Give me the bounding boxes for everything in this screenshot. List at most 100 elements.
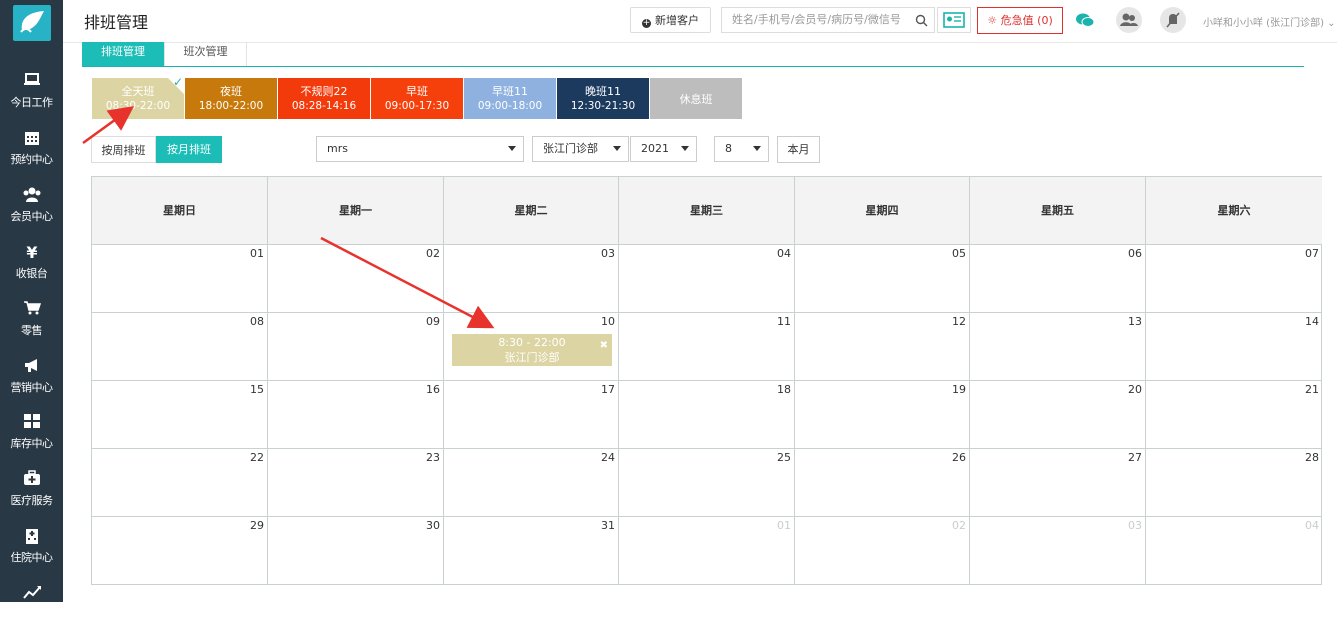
critical-value-count: (0) xyxy=(1037,14,1053,27)
day-cell[interactable]: 27 xyxy=(970,449,1146,517)
search-icon[interactable] xyxy=(915,14,928,27)
day-number: 01 xyxy=(777,519,791,532)
staff-select[interactable]: mrs xyxy=(316,136,524,162)
close-icon[interactable]: ✖ xyxy=(600,340,608,351)
day-cell[interactable]: 15 xyxy=(92,381,268,449)
month-select[interactable]: 8 xyxy=(714,136,769,162)
id-card-button[interactable] xyxy=(937,7,971,33)
mute-notification-icon[interactable] xyxy=(1160,7,1186,33)
day-cell[interactable]: 11 xyxy=(619,313,795,381)
day-cell[interactable]: 07 xyxy=(1146,245,1322,313)
day-number: 02 xyxy=(952,519,966,532)
day-cell[interactable]: 06 xyxy=(970,245,1146,313)
medkit-icon xyxy=(0,470,63,490)
shift-option[interactable]: 夜班 18:00-22:00 xyxy=(185,78,277,119)
day-cell[interactable]: 03 xyxy=(970,517,1146,585)
day-cell[interactable]: 03 xyxy=(444,245,619,313)
day-cell[interactable]: 18 xyxy=(619,381,795,449)
sidebar-item[interactable]: 营销中心 xyxy=(0,353,63,410)
new-customer-button[interactable]: + 新增客户 xyxy=(630,7,711,33)
page-title: 排班管理 xyxy=(84,13,149,32)
day-cell[interactable]: 20 xyxy=(970,381,1146,449)
sidebar-item[interactable]: 零售 xyxy=(0,296,63,353)
shift-name: 早班 xyxy=(406,85,428,98)
sidebar: 今日工作 预约中心 会员中心 ¥ 收银台 零售 营销中心 库存中心 医疗服务住院中心 xyxy=(0,0,63,602)
day-cell[interactable]: 23 xyxy=(268,449,444,517)
sidebar-item[interactable]: ¥ 收银台 xyxy=(0,239,63,296)
schedule-event[interactable]: 8:30 - 22:00 张江门诊部 ✖ xyxy=(452,334,612,366)
shift-option[interactable]: 全天班 08:30-22:00 ✓ xyxy=(92,75,184,119)
day-cell[interactable]: 02 xyxy=(268,245,444,313)
shift-name: 早班11 xyxy=(492,85,528,98)
day-cell[interactable]: 25 xyxy=(619,449,795,517)
clinic-select[interactable]: 张江门诊部 xyxy=(532,136,629,162)
shift-option[interactable]: 早班11 09:00-18:00 xyxy=(464,78,556,119)
day-cell[interactable]: 01 xyxy=(92,245,268,313)
shift-option[interactable]: 休息班 xyxy=(650,78,742,119)
day-cell[interactable]: 02 xyxy=(795,517,970,585)
day-cell[interactable]: 01 xyxy=(619,517,795,585)
day-cell[interactable]: 08 xyxy=(92,313,268,381)
sidebar-item[interactable]: 住院中心 xyxy=(0,523,63,580)
day-number: 04 xyxy=(1305,519,1319,532)
day-cell[interactable]: 29 xyxy=(92,517,268,585)
weekday-header: 星期五 xyxy=(970,177,1146,245)
new-customer-label: 新增客户 xyxy=(655,14,699,27)
group-icon[interactable] xyxy=(1116,7,1142,33)
this-month-button[interactable]: 本月 xyxy=(777,136,820,163)
day-cell[interactable]: 14 xyxy=(1146,313,1322,381)
day-cell[interactable]: 09 xyxy=(268,313,444,381)
weekday-header: 星期四 xyxy=(795,177,970,245)
shift-option[interactable]: 早班 09:00-17:30 xyxy=(371,78,463,119)
day-cell[interactable]: 30 xyxy=(268,517,444,585)
dropdown-arrow-icon xyxy=(508,146,516,151)
day-number: 29 xyxy=(250,519,264,532)
sidebar-item[interactable]: 库存中心 xyxy=(0,409,63,466)
sidebar-item[interactable]: 医疗服务 xyxy=(0,466,63,523)
id-card-icon xyxy=(943,12,965,28)
tab-schedule-management[interactable]: 排班管理 xyxy=(82,42,164,66)
day-number: 12 xyxy=(952,315,966,328)
day-number: 22 xyxy=(250,451,264,464)
day-cell[interactable]: 16 xyxy=(268,381,444,449)
sidebar-item[interactable]: 今日工作 xyxy=(0,68,63,125)
month-mode-button[interactable]: 按月排班 xyxy=(156,136,222,163)
critical-value-button[interactable]: ☼ 危急值 (0) xyxy=(977,7,1063,34)
tab-shift-management[interactable]: 班次管理 xyxy=(164,42,247,66)
shift-option[interactable]: 不规则22 08:28-14:16 xyxy=(278,78,370,119)
day-number: 14 xyxy=(1305,315,1319,328)
sidebar-item[interactable]: 会员中心 xyxy=(0,182,63,239)
event-location: 张江门诊部 xyxy=(504,351,560,364)
year-select[interactable]: 2021 xyxy=(630,136,697,162)
shift-time: 09:00-18:00 xyxy=(477,100,543,112)
sidebar-item-label: 住院中心 xyxy=(10,551,54,564)
logo[interactable] xyxy=(13,5,51,41)
day-number: 05 xyxy=(952,247,966,260)
day-cell[interactable]: 04 xyxy=(619,245,795,313)
day-cell[interactable]: 24 xyxy=(444,449,619,517)
day-cell[interactable]: 04 xyxy=(1146,517,1322,585)
dropdown-arrow-icon xyxy=(753,146,761,151)
day-cell[interactable]: 31 xyxy=(444,517,619,585)
day-cell[interactable]: 28 xyxy=(1146,449,1322,517)
day-cell[interactable]: 26 xyxy=(795,449,970,517)
search-input[interactable]: 姓名/手机号/会员号/病历号/微信号 xyxy=(721,7,935,33)
check-icon: ✓ xyxy=(172,75,183,89)
day-cell[interactable]: 19 xyxy=(795,381,970,449)
day-cell[interactable]: 12 xyxy=(795,313,970,381)
shift-option[interactable]: 晚班11 12:30-21:30 xyxy=(557,78,649,119)
users-icon xyxy=(0,186,63,206)
week-mode-button[interactable]: 按周排班 xyxy=(91,136,156,163)
day-cell[interactable]: 21 xyxy=(1146,381,1322,449)
day-number: 23 xyxy=(426,451,440,464)
sidebar-item[interactable]: 预约中心 xyxy=(0,125,63,182)
day-cell[interactable]: 10 8:30 - 22:00 张江门诊部 ✖ xyxy=(444,313,619,381)
wechat-icon[interactable] xyxy=(1075,12,1095,28)
day-number: 02 xyxy=(426,247,440,260)
day-cell[interactable]: 13 xyxy=(970,313,1146,381)
day-cell[interactable]: 22 xyxy=(92,449,268,517)
sidebar-item[interactable] xyxy=(0,580,63,637)
user-menu[interactable]: 小咩和小小咩 (张江门诊部) ⌄ xyxy=(1203,14,1336,29)
day-cell[interactable]: 17 xyxy=(444,381,619,449)
day-cell[interactable]: 05 xyxy=(795,245,970,313)
